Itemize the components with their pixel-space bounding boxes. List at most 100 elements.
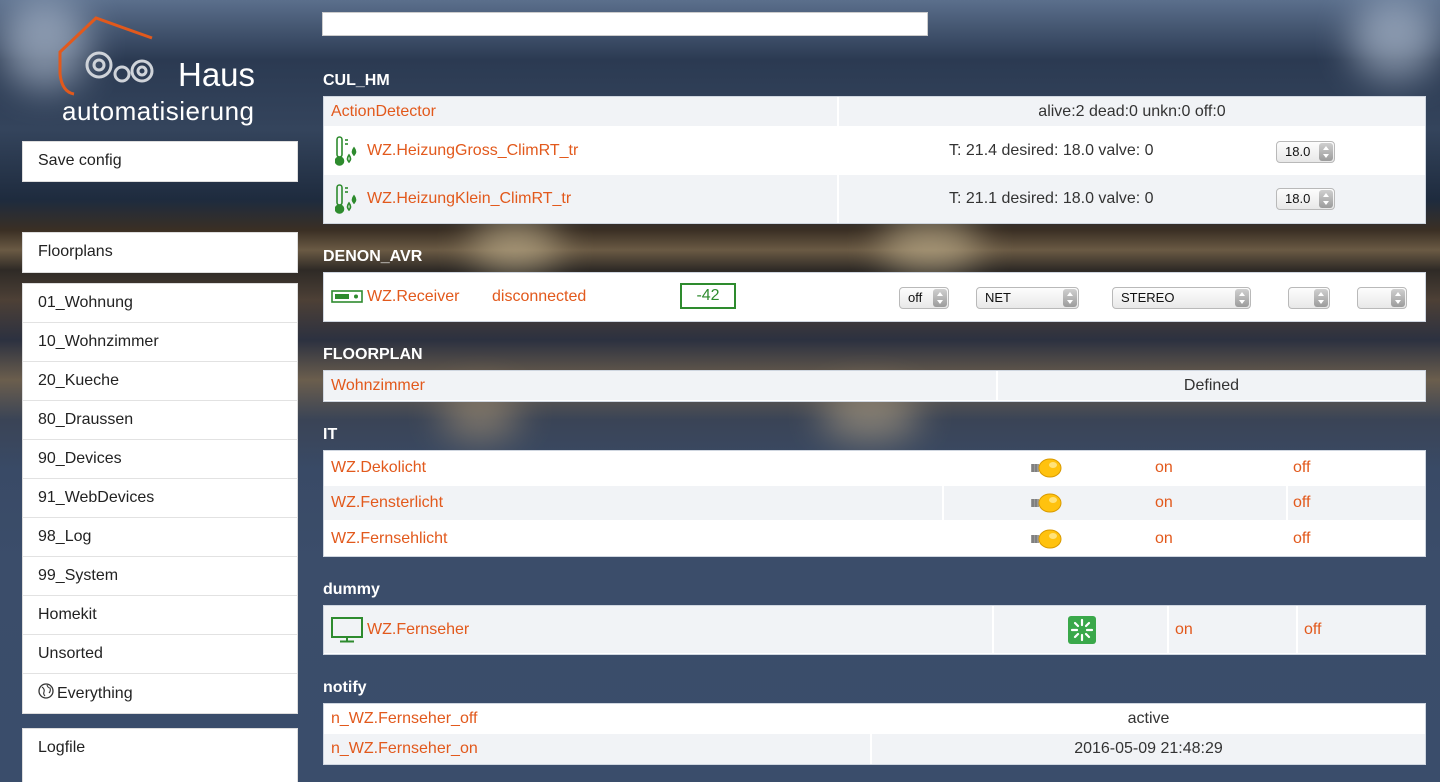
group-title-it: IT (323, 426, 338, 443)
group-notify: n_WZ.Fernseher_off active n_WZ.Fernseher… (323, 703, 1426, 765)
chevron-updown-icon (1319, 190, 1333, 208)
room-item[interactable]: 91_WebDevices (23, 479, 297, 518)
on-link[interactable]: on (1155, 521, 1173, 556)
logo-subtitle: automatisierung (62, 96, 255, 126)
device-row: WZ.Receiver disconnected -42 off NET STE… (324, 273, 1425, 321)
device-link[interactable]: Wohnzimmer (331, 371, 425, 400)
device-row: WZ.Fernsehlicht on off (324, 521, 1425, 556)
search-input[interactable] (322, 12, 928, 36)
device-state: alive:2 dead:0 unkn:0 off:0 (1038, 102, 1226, 120)
off-link[interactable]: off (1293, 486, 1311, 520)
device-link[interactable]: n_WZ.Fernseher_on (331, 734, 478, 764)
extra-select-a[interactable] (1288, 287, 1330, 309)
input-select[interactable]: NET (976, 287, 1079, 309)
device-state: disconnected (492, 287, 587, 305)
monitor-icon (331, 606, 363, 653)
room-item-everything[interactable]: Everything (23, 674, 297, 713)
room-item[interactable]: 80_Draussen (23, 401, 297, 440)
select-value: NET (985, 290, 1011, 305)
receiver-icon (331, 273, 363, 320)
logo[interactable]: Haus automatisierung (52, 12, 282, 132)
thermostat-icon (335, 127, 359, 174)
device-row: WZ.HeizungKlein_ClimRT_tr T: 21.1 desire… (324, 175, 1425, 223)
device-state: T: 21.1 desired: 18.0 valve: 0 (949, 190, 1154, 207)
room-item[interactable]: Unsorted (23, 635, 297, 674)
room-item[interactable]: 99_System (23, 557, 297, 596)
group-title-denon: DENON_AVR (323, 248, 423, 265)
floorplans-menu: Floorplans (22, 232, 298, 273)
logfile-link[interactable]: Logfile (23, 729, 297, 768)
device-state: T: 21.4 desired: 18.0 valve: 0 (949, 141, 1154, 159)
device-link[interactable]: WZ.Fernsehlicht (331, 521, 447, 556)
device-row: WZ.Fernseher on off (324, 606, 1425, 654)
lightbulb-icon[interactable] (1030, 486, 1062, 520)
logfile-menu: Logfile (22, 728, 298, 782)
select-value: 18.0 (1285, 191, 1311, 206)
on-link[interactable]: on (1175, 606, 1193, 653)
volume-display[interactable]: -42 (680, 283, 736, 309)
save-menu: Save config (22, 141, 298, 182)
group-it: WZ.Dekolicht on off WZ.Fensterlicht on o… (323, 450, 1426, 557)
room-item[interactable]: 10_Wohnzimmer (23, 323, 297, 362)
room-item[interactable]: 90_Devices (23, 440, 297, 479)
chevron-updown-icon (1391, 289, 1405, 307)
device-row: n_WZ.Fernseher_on 2016-05-09 21:48:29 (324, 734, 1425, 764)
device-state: Defined (1183, 376, 1240, 394)
chevron-updown-icon (1063, 289, 1077, 307)
globe-icon (38, 683, 54, 699)
thermostat-icon (335, 175, 359, 223)
select-value: STEREO (1121, 290, 1175, 305)
device-state: 2016-05-09 21:48:29 (1074, 740, 1223, 757)
group-cul-hm: ActionDetector alive:2 dead:0 unkn:0 off… (323, 96, 1426, 224)
room-item[interactable]: 01_Wohnung (23, 284, 297, 323)
floorplans-link[interactable]: Floorplans (23, 233, 297, 272)
room-item[interactable]: 98_Log (23, 518, 297, 557)
device-row: ActionDetector alive:2 dead:0 unkn:0 off… (324, 97, 1425, 127)
desired-temp-select[interactable]: 18.0 (1276, 188, 1335, 210)
save-config-button[interactable]: Save config (23, 142, 297, 181)
device-link[interactable]: WZ.Receiver (367, 273, 459, 320)
select-value: 18.0 (1285, 144, 1311, 159)
group-title-floorplan: FLOORPLAN (323, 346, 423, 363)
chevron-updown-icon (1235, 289, 1249, 307)
group-dummy: WZ.Fernseher on off (323, 605, 1426, 655)
chevron-updown-icon (933, 289, 947, 307)
chevron-updown-icon (1314, 289, 1328, 307)
group-title-notify: notify (323, 679, 367, 696)
device-row: n_WZ.Fernseher_off active (324, 704, 1425, 734)
device-link[interactable]: ActionDetector (331, 97, 436, 126)
device-link[interactable]: WZ.HeizungGross_ClimRT_tr (367, 127, 578, 174)
select-value: off (908, 290, 923, 305)
device-link[interactable]: WZ.Fensterlicht (331, 486, 443, 520)
off-link[interactable]: off (1293, 451, 1311, 485)
device-row: Wohnzimmer Defined (324, 371, 1425, 401)
power-toggle-icon[interactable] (1068, 606, 1096, 653)
device-link[interactable]: n_WZ.Fernseher_off (331, 704, 477, 733)
off-link[interactable]: off (1304, 606, 1322, 653)
device-row: WZ.HeizungGross_ClimRT_tr T: 21.4 desire… (324, 127, 1425, 175)
device-row: WZ.Fensterlicht on off (324, 486, 1425, 521)
sound-mode-select[interactable]: STEREO (1112, 287, 1251, 309)
device-row: WZ.Dekolicht on off (324, 451, 1425, 486)
extra-select-b[interactable] (1357, 287, 1407, 309)
desired-temp-select[interactable]: 18.0 (1276, 141, 1335, 163)
power-select[interactable]: off (899, 287, 949, 309)
lightbulb-icon[interactable] (1030, 521, 1062, 556)
room-item[interactable]: 20_Kueche (23, 362, 297, 401)
device-link[interactable]: WZ.Fernseher (367, 606, 469, 653)
logo-title: Haus (178, 56, 256, 93)
lightbulb-icon[interactable] (1030, 451, 1062, 485)
chevron-updown-icon (1319, 143, 1333, 161)
everything-label: Everything (57, 685, 133, 702)
room-item[interactable]: Homekit (23, 596, 297, 635)
group-title-dummy: dummy (323, 581, 380, 598)
device-state: active (1127, 709, 1170, 727)
group-title-cul-hm: CUL_HM (323, 72, 390, 89)
device-link[interactable]: WZ.Dekolicht (331, 451, 426, 485)
group-denon: WZ.Receiver disconnected -42 off NET STE… (323, 272, 1426, 322)
off-link[interactable]: off (1293, 521, 1311, 556)
room-menu: 01_Wohnung 10_Wohnzimmer 20_Kueche 80_Dr… (22, 283, 298, 714)
on-link[interactable]: on (1155, 486, 1173, 520)
on-link[interactable]: on (1155, 451, 1173, 485)
device-link[interactable]: WZ.HeizungKlein_ClimRT_tr (367, 175, 571, 223)
